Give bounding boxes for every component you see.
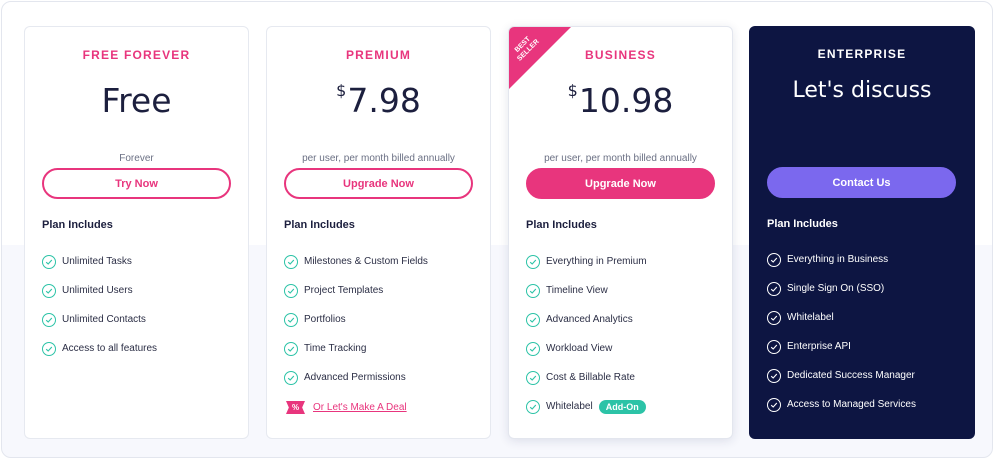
- plan-price: Free: [101, 81, 172, 120]
- feature-item: Timeline View: [526, 276, 722, 305]
- feature-label: Advanced Analytics: [546, 314, 633, 325]
- feature-item: Whitelabel Add-On: [526, 392, 722, 421]
- feature-label: Unlimited Contacts: [62, 314, 146, 325]
- feature-label: Unlimited Users: [62, 285, 133, 296]
- feature-list: Unlimited Tasks Unlimited Users Unlimite…: [42, 247, 238, 363]
- feature-label: Single Sign On (SSO): [787, 283, 885, 294]
- check-circle-icon: [526, 399, 540, 414]
- price-amount: 10.98: [578, 81, 674, 120]
- check-circle-icon: [42, 341, 56, 356]
- plan-name: FREE FOREVER: [82, 48, 191, 62]
- feature-label: Advanced Permissions: [304, 372, 406, 383]
- plan-name: ENTERPRISE: [817, 47, 907, 61]
- check-circle-icon: [284, 312, 298, 327]
- plan-includes-heading: Plan Includes: [767, 218, 838, 230]
- feature-label: Access to Managed Services: [787, 399, 916, 410]
- feature-item: Milestones & Custom Fields: [284, 247, 480, 276]
- feature-item: Single Sign On (SSO): [767, 274, 965, 303]
- feature-item: Everything in Business: [767, 245, 965, 274]
- feature-item: Cost & Billable Rate: [526, 363, 722, 392]
- feature-item: Workload View: [526, 334, 722, 363]
- feature-item: Project Templates: [284, 276, 480, 305]
- currency-symbol: $: [567, 81, 578, 100]
- price-amount: 7.98: [347, 81, 421, 120]
- feature-item: Advanced Permissions: [284, 363, 480, 392]
- feature-item: Portfolios: [284, 305, 480, 334]
- feature-item: Access to all features: [42, 334, 238, 363]
- check-circle-icon: [767, 252, 781, 267]
- plan-price: $10.98: [509, 81, 732, 120]
- check-circle-icon: [526, 312, 540, 327]
- feature-label: Workload View: [546, 343, 613, 354]
- feature-label: Project Templates: [304, 285, 384, 296]
- make-a-deal-link[interactable]: Or Let's Make A Deal: [313, 402, 407, 413]
- feature-label: Timeline View: [546, 285, 608, 296]
- feature-item: Unlimited Tasks: [42, 247, 238, 276]
- feature-label: Access to all features: [62, 343, 158, 354]
- plan-includes-heading: Plan Includes: [526, 219, 597, 231]
- feature-label: Milestones & Custom Fields: [304, 256, 428, 267]
- feature-item: Unlimited Contacts: [42, 305, 238, 334]
- currency-symbol: $: [336, 81, 347, 100]
- try-now-button[interactable]: Try Now: [42, 168, 231, 199]
- add-on-badge: Add-On: [598, 399, 646, 414]
- feature-label: Everything in Business: [787, 254, 889, 265]
- feature-label: Time Tracking: [304, 343, 367, 354]
- check-circle-icon: [284, 254, 298, 269]
- check-circle-icon: [526, 341, 540, 356]
- plan-name: BUSINESS: [585, 48, 656, 62]
- check-circle-icon: [42, 254, 56, 269]
- upgrade-now-button[interactable]: Upgrade Now: [284, 168, 473, 199]
- feature-label: Whitelabel: [787, 312, 834, 323]
- feature-item: Access to Managed Services: [767, 390, 965, 419]
- pricing-section: FREE FOREVER Free Forever Try Now Plan I…: [1, 1, 993, 458]
- feature-item: Everything in Premium: [526, 247, 722, 276]
- plan-price: Let's discuss: [792, 78, 932, 103]
- feature-label: Unlimited Tasks: [62, 256, 132, 267]
- feature-item: Time Tracking: [284, 334, 480, 363]
- check-circle-icon: [767, 310, 781, 325]
- plan-price-subtitle: per user, per month billed annually: [544, 153, 697, 164]
- plan-name: PREMIUM: [345, 48, 412, 62]
- plan-price-subtitle: per user, per month billed annually: [302, 153, 455, 164]
- feature-label: Portfolios: [304, 314, 346, 325]
- plan-includes-heading: Plan Includes: [284, 219, 355, 231]
- check-circle-icon: [526, 283, 540, 298]
- check-circle-icon: [526, 254, 540, 269]
- plan-card-business: BEST SELLER BUSINESS $10.98 per user, per…: [508, 26, 733, 439]
- check-circle-icon: [284, 283, 298, 298]
- feature-label: Cost & Billable Rate: [546, 372, 635, 383]
- check-circle-icon: [767, 281, 781, 296]
- feature-list: Everything in Business Single Sign On (S…: [767, 245, 965, 419]
- feature-item: Enterprise API: [767, 332, 965, 361]
- plan-price: $7.98: [267, 81, 490, 120]
- feature-label: Whitelabel: [546, 401, 593, 412]
- plan-card-free: FREE FOREVER Free Forever Try Now Plan I…: [24, 26, 249, 439]
- feature-list: Milestones & Custom Fields Project Templ…: [284, 247, 480, 392]
- feature-item: Whitelabel: [767, 303, 965, 332]
- feature-label: Dedicated Success Manager: [787, 370, 915, 381]
- check-circle-icon: [767, 339, 781, 354]
- plan-card-premium: PREMIUM $7.98 per user, per month billed…: [266, 26, 491, 439]
- feature-item: Advanced Analytics: [526, 305, 722, 334]
- plan-price-subtitle: Forever: [119, 153, 154, 164]
- feature-label: Everything in Premium: [546, 256, 647, 267]
- feature-item: Dedicated Success Manager: [767, 361, 965, 390]
- deal-link-row[interactable]: % Or Let's Make A Deal: [286, 401, 407, 414]
- feature-item: Unlimited Users: [42, 276, 238, 305]
- check-circle-icon: [767, 397, 781, 412]
- feature-label: Enterprise API: [787, 341, 851, 352]
- check-circle-icon: [284, 341, 298, 356]
- check-circle-icon: [284, 370, 298, 385]
- check-circle-icon: [42, 283, 56, 298]
- plan-includes-heading: Plan Includes: [42, 219, 113, 231]
- upgrade-now-button[interactable]: Upgrade Now: [526, 168, 715, 199]
- check-circle-icon: [767, 368, 781, 383]
- check-circle-icon: [526, 370, 540, 385]
- check-circle-icon: [42, 312, 56, 327]
- percent-tag-icon: %: [286, 401, 305, 414]
- contact-us-button[interactable]: Contact Us: [767, 167, 956, 198]
- plan-card-enterprise: ENTERPRISE Let's discuss Contact Us Plan…: [749, 26, 975, 439]
- feature-list: Everything in Premium Timeline View Adva…: [526, 247, 722, 421]
